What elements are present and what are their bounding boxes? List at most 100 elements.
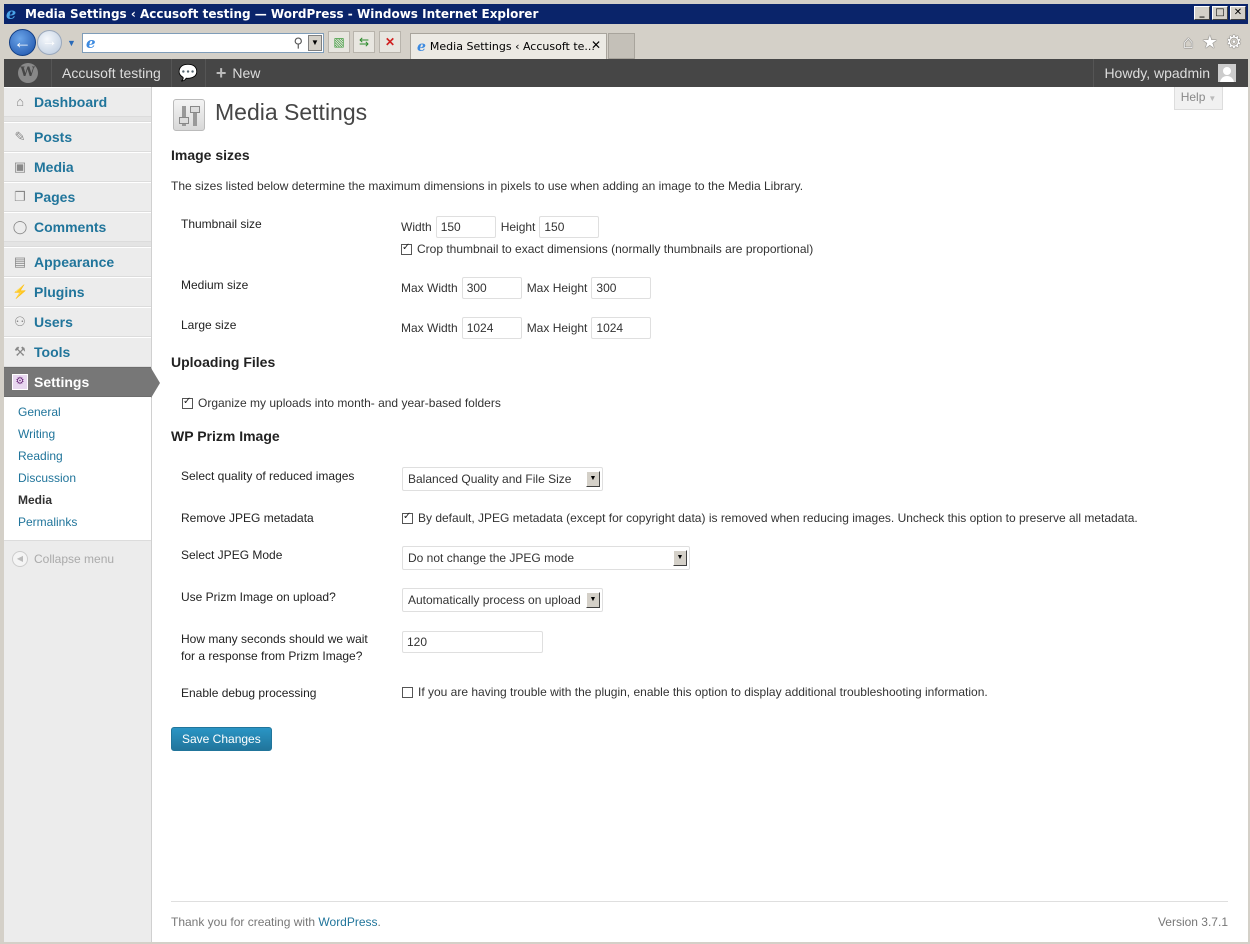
dropdown-arrow-icon: ▼ xyxy=(586,471,600,487)
sidebar-item-dashboard[interactable]: ⌂ Dashboard xyxy=(4,87,151,117)
medium-height-label: Max Height xyxy=(526,281,588,295)
users-icon: ⚇ xyxy=(14,314,26,329)
sidebar-item-pages[interactable]: ❐ Pages xyxy=(4,182,151,212)
sidebar-item-media[interactable]: ▣ Media xyxy=(4,152,151,182)
site-name-link[interactable]: Accusoft testing xyxy=(52,59,172,87)
sidebar-item-posts[interactable]: ✎ Posts xyxy=(4,122,151,152)
new-content-menu[interactable]: + New xyxy=(206,59,271,87)
thumbnail-height-label: Height xyxy=(500,220,536,234)
collapse-menu-button[interactable]: ◀ Collapse menu xyxy=(4,541,151,567)
sidebar-item-tools[interactable]: ⚒ Tools xyxy=(4,337,151,367)
help-button[interactable]: Help ▼ xyxy=(1174,87,1223,110)
home-icon[interactable]: ⌂ xyxy=(1183,32,1194,53)
tab-title: Media Settings ‹ Accusoft te... xyxy=(429,40,595,53)
main-content: Help ▼ Media Settings Image sizes The siz… xyxy=(171,87,1231,942)
wordpress-link[interactable]: WordPress xyxy=(318,915,377,929)
forward-button[interactable]: → xyxy=(37,30,62,55)
maximize-button[interactable]: □ xyxy=(1212,6,1228,20)
thumbnail-width-label: Width xyxy=(401,220,432,234)
organize-uploads-checkbox[interactable] xyxy=(182,396,193,409)
section-heading-image-sizes: Image sizes xyxy=(171,147,250,163)
section-heading-uploading: Uploading Files xyxy=(171,354,276,370)
sidebar-item-settings[interactable]: ⚙ Settings xyxy=(4,367,160,398)
timeout-input[interactable]: 120 xyxy=(402,631,543,653)
favorites-star-icon[interactable]: ★ xyxy=(1202,32,1218,53)
settings-icon: ⚙ xyxy=(12,374,28,390)
compatibility-view-button[interactable]: ▧ xyxy=(328,31,350,53)
medium-height-input[interactable]: 300 xyxy=(591,277,652,299)
search-icon[interactable]: ⚲ xyxy=(293,35,303,51)
page-ie-icon: e xyxy=(86,34,96,52)
medium-size-label: Medium size xyxy=(181,278,249,292)
tab-close-icon[interactable]: ✕ xyxy=(591,38,601,52)
browser-tab-active[interactable]: e Media Settings ‹ Accusoft te... ✕ xyxy=(410,33,607,59)
howdy-text: Howdy, wpadmin xyxy=(1104,65,1210,81)
sidebar-item-plugins[interactable]: ⚡ Plugins xyxy=(4,277,151,307)
address-dropdown-button[interactable]: ▼ xyxy=(308,35,322,51)
pin-icon: ✎ xyxy=(14,129,26,144)
on-upload-select[interactable]: Automatically process on upload ▼ xyxy=(402,588,603,612)
large-height-input[interactable]: 1024 xyxy=(591,317,652,339)
organize-uploads-label: Organize my uploads into month- and year… xyxy=(198,396,501,410)
timeout-label: How many seconds should we wait for a re… xyxy=(181,631,368,665)
chevron-down-icon: ▼ xyxy=(1208,94,1217,103)
back-button[interactable]: ← xyxy=(9,29,36,56)
refresh-button[interactable]: ⇆ xyxy=(353,31,375,53)
admin-sidebar: ⌂ Dashboard ✎ Posts ▣ Media ❐ Pages ◯ Co… xyxy=(4,87,160,942)
thumbnail-width-input[interactable]: 150 xyxy=(435,216,496,238)
wordpress-logo-icon: W xyxy=(17,63,38,83)
submenu-reading[interactable]: Reading xyxy=(4,446,151,468)
sidebar-item-label: Settings xyxy=(34,374,90,390)
jpeg-mode-select[interactable]: Do not change the JPEG mode ▼ xyxy=(402,546,690,570)
sidebar-item-label: Posts xyxy=(34,129,73,145)
title-bar: e Media Settings ‹ Accusoft testing — Wo… xyxy=(4,4,1248,24)
tools-gear-icon[interactable]: ⚙ xyxy=(1226,32,1242,53)
sidebar-item-users[interactable]: ⚇ Users xyxy=(4,307,151,337)
submenu-writing[interactable]: Writing xyxy=(4,424,151,446)
comments-link[interactable]: 💬 xyxy=(172,59,206,87)
remove-metadata-checkbox[interactable] xyxy=(402,511,413,524)
footer-thanks-prefix: Thank you for creating with xyxy=(171,915,319,929)
large-size-label: Large size xyxy=(181,318,237,332)
wp-admin-bar: W Accusoft testing 💬 + New Howdy, wpadmi… xyxy=(4,59,1248,87)
submenu-media[interactable]: Media xyxy=(4,490,151,512)
close-window-button[interactable]: ✕ xyxy=(1230,6,1246,20)
new-label: New xyxy=(232,65,261,81)
large-width-input[interactable]: 1024 xyxy=(461,317,522,339)
address-bar[interactable]: e ⚲ ▼ xyxy=(82,33,324,53)
debug-checkbox[interactable] xyxy=(402,686,413,698)
quality-select[interactable]: Balanced Quality and File Size ▼ xyxy=(402,467,603,491)
my-account-menu[interactable]: Howdy, wpadmin xyxy=(1093,59,1248,87)
save-changes-button[interactable]: Save Changes xyxy=(171,727,272,751)
sidebar-item-label: Tools xyxy=(34,344,71,360)
on-upload-select-value: Automatically process on upload xyxy=(408,593,581,607)
wp-admin-page: ⌂ Dashboard ✎ Posts ▣ Media ❐ Pages ◯ Co… xyxy=(4,87,1248,942)
debug-text: If you are having trouble with the plugi… xyxy=(418,685,988,699)
comment-bubble-icon: 💬 xyxy=(178,65,199,82)
medium-width-input[interactable]: 300 xyxy=(461,277,522,299)
collapse-arrow-icon: ◀ xyxy=(12,551,28,567)
sidebar-item-appearance[interactable]: ▤ Appearance xyxy=(4,247,151,277)
stop-button[interactable]: ✕ xyxy=(379,31,401,53)
minimize-button[interactable]: _ xyxy=(1194,6,1210,20)
jpeg-mode-select-value: Do not change the JPEG mode xyxy=(408,551,575,565)
new-tab-button[interactable] xyxy=(608,33,635,59)
timeout-label-line2: for a response from Prizm Image? xyxy=(181,649,363,663)
sidebar-item-comments[interactable]: ◯ Comments xyxy=(4,212,151,242)
crop-thumbnail-checkbox[interactable] xyxy=(401,242,412,255)
remove-metadata-text: By default, JPEG metadata (except for co… xyxy=(418,511,1138,525)
settings-submenu: General Writing Reading Discussion Media… xyxy=(4,397,151,541)
tools-icon: ⚒ xyxy=(14,344,26,359)
thumbnail-height-input[interactable]: 150 xyxy=(539,216,600,238)
section-heading-prizm: WP Prizm Image xyxy=(171,428,280,444)
comment-icon: ◯ xyxy=(12,219,28,234)
submenu-permalinks[interactable]: Permalinks xyxy=(4,512,151,534)
plug-icon: ⚡ xyxy=(12,284,29,299)
wp-logo-menu[interactable]: W xyxy=(4,59,52,87)
submenu-general[interactable]: General xyxy=(4,402,151,424)
history-dropdown-icon[interactable]: ▼ xyxy=(67,38,76,48)
submenu-discussion[interactable]: Discussion xyxy=(4,468,151,490)
footer-thanks-suffix: . xyxy=(377,915,381,929)
page-title: Media Settings xyxy=(215,99,368,125)
crop-thumbnail-label: Crop thumbnail to exact dimensions (norm… xyxy=(417,242,814,256)
